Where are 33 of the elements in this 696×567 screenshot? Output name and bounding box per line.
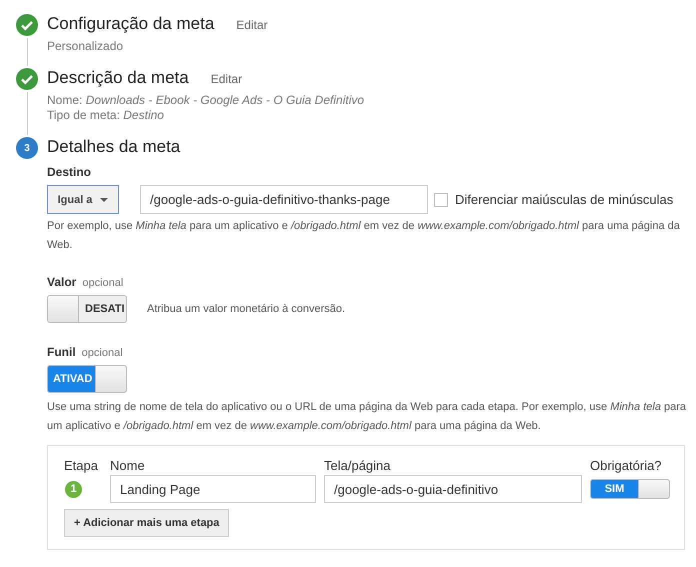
step-name-field[interactable]: Landing Page (110, 475, 316, 503)
optional-label: opcional (82, 347, 123, 359)
step-detail: Personalizado (47, 39, 124, 54)
add-step-button[interactable]: + Adicionar mais uma etapa (64, 509, 230, 537)
hint-text: Por exemplo, use Minha tela para um aplicativo e /obrigado.html em vez de www.example.com/obrigado.html para uma página da Web. (47, 219, 681, 253)
checkbox-label: Diferenciar maiúsculas de minúsculas (455, 192, 674, 207)
description-text: Atribua um valor monetário à conversão. (147, 303, 346, 315)
edit-link[interactable]: Editar (236, 18, 268, 32)
optional-label: opcional (82, 277, 124, 289)
toggle-switch[interactable]: ATIVAD (47, 365, 127, 393)
column-header: Etapa (64, 458, 99, 473)
step-detail: Nome: Downloads - Ebook - Google Ads - O Guia Definitivo (47, 93, 366, 108)
caret-icon (100, 198, 108, 202)
screen-field[interactable]: /google-ads-o-guia-definitivo (324, 475, 582, 503)
step-badge: 1 (65, 480, 82, 498)
column-header: Tela/página (324, 458, 392, 473)
column-header: Obrigatória? (590, 458, 663, 473)
field-label: Funil (47, 345, 76, 359)
field-label: Valor (47, 275, 76, 289)
checkbox[interactable] (434, 192, 448, 206)
step-detail: Tipo de meta: Destino (47, 108, 165, 123)
toggle-switch[interactable]: DESATI (47, 295, 127, 323)
column-header: Nome (110, 458, 146, 473)
match-dropdown[interactable]: Igual a (47, 185, 119, 214)
field-label: Destino (47, 165, 92, 179)
edit-link[interactable]: Editar (210, 72, 242, 86)
toggle-switch[interactable]: SIM (590, 479, 670, 499)
step-title: Configuração da meta (47, 14, 214, 34)
step-title: Descrição da meta (47, 68, 189, 88)
hint-text: Use uma string de nome de tela do aplicativo ou o URL de uma página da Web para cada etapa. Por exemplo, use Minha tela para um aplicativo e /obrigado.html em vez de www.example.com/obrigado.html para uma página da Web. (47, 400, 687, 434)
step-title: Detalhes da meta (47, 137, 180, 157)
step-number: 3 (16, 137, 38, 159)
destination-field[interactable]: /google-ads-o-guia-definitivo-thanks-page (140, 185, 428, 214)
